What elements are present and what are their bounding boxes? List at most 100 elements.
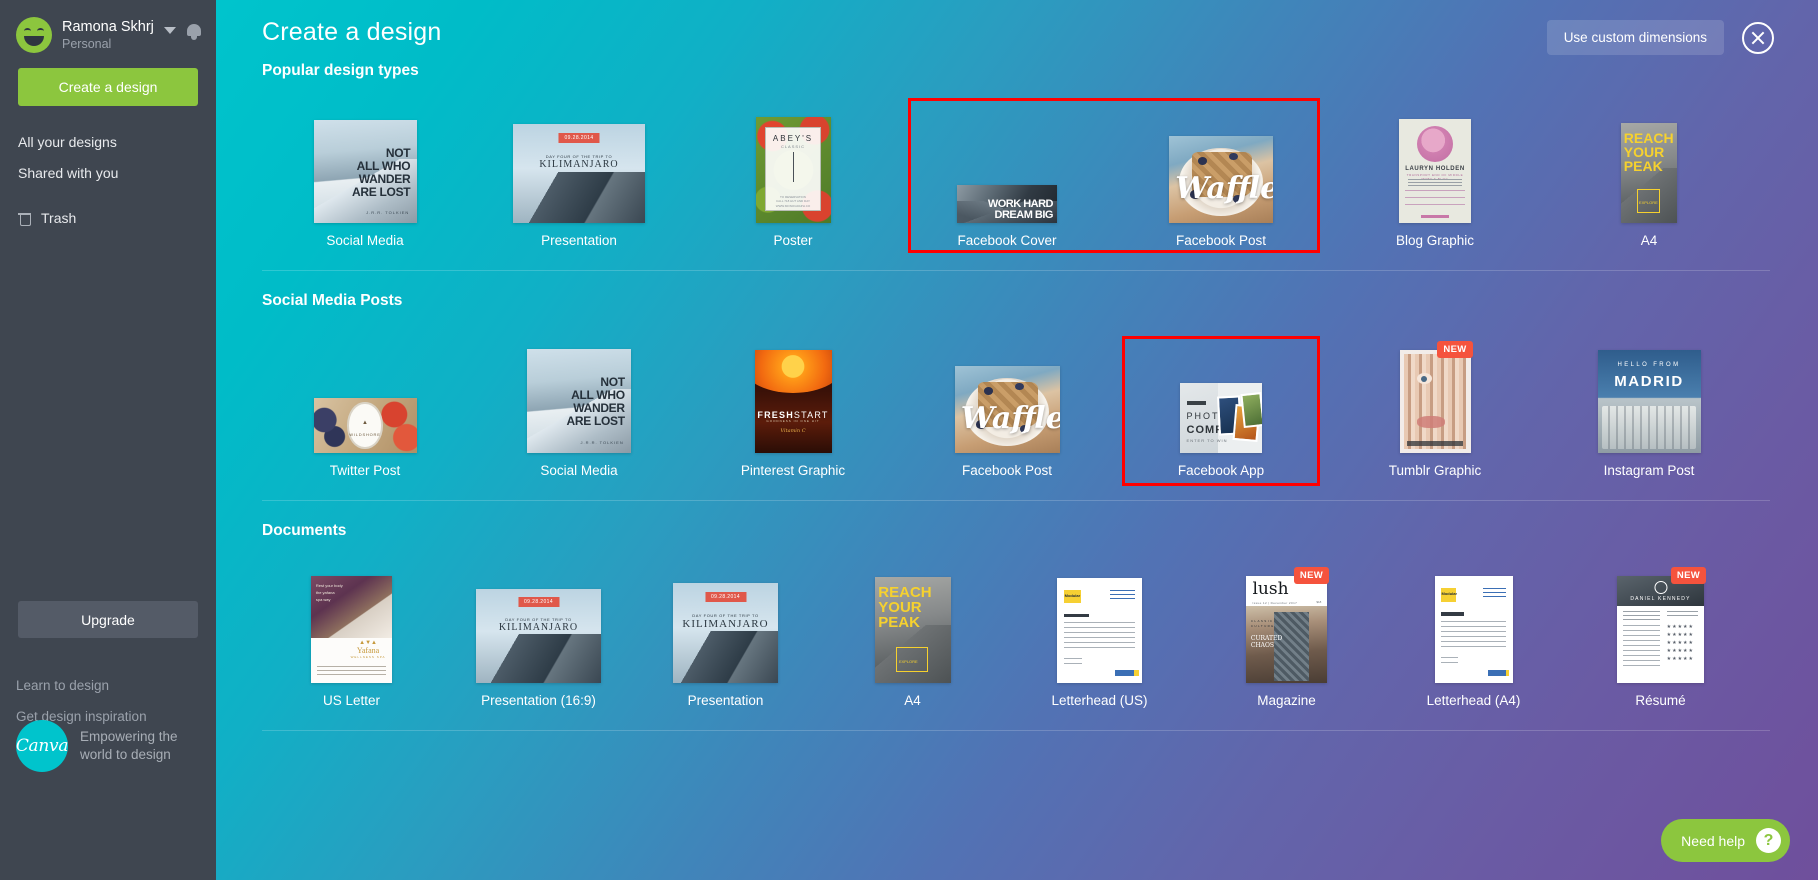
design-type-tile[interactable]: Waffles Facebook Post [900, 341, 1114, 478]
create-a-design-button[interactable]: Create a design [18, 68, 198, 106]
design-type-label: Facebook Post [961, 463, 1053, 478]
use-custom-dimensions-button[interactable]: Use custom dimensions [1546, 20, 1724, 55]
thumbnail-wrapper: REACH YOUR PEAK EXPLORE [1542, 111, 1756, 223]
thumbnail-wrapper: Waffles [900, 341, 1114, 453]
design-type-tile[interactable]: 09.28.2014 DAY FOUR OF THE TRIP TO KILIM… [472, 111, 686, 248]
design-thumbnail: PHOTO COMP ENTER TO WIN [1180, 383, 1262, 453]
thumbnail-wrapper: ABEY'S CLASSIC TO RESERVATION CALL 718 HU… [686, 111, 900, 223]
main-topbar: Create a design Use custom dimensions [258, 0, 1774, 55]
design-type-tile[interactable]: NOT ALL WHO WANDER ARE LOST J.R.R. TOLKIEN S… [472, 341, 686, 478]
thumbnail-wrapper: lush Issue 12 | December 2017 $18 CLASSI… [1193, 567, 1380, 683]
sidebar-item-all-your-designs[interactable]: All your designs [0, 126, 216, 157]
design-type-tile[interactable]: Rest your body the yafana spa way ▲▼▲ Yafa… [258, 571, 445, 708]
design-type-tile[interactable]: REACH YOUR PEAK EXPLORE A4 [819, 571, 1006, 708]
thumbnail-wrapper: NOT ALL WHO WANDER ARE LOST J.R.R. TOLKIEN [258, 111, 472, 223]
design-type-tile[interactable]: NEW Tumblr Graphic [1328, 341, 1542, 478]
design-type-label: Poster [773, 233, 813, 248]
thumbnail-wrapper: 09.28.2014 DAY FOUR OF THE TRIP TO KILIM… [445, 571, 632, 683]
design-type-tile[interactable]: Waffles Facebook Post [1114, 111, 1328, 248]
design-type-label: Tumblr Graphic [1388, 463, 1482, 478]
design-thumbnail: NOT ALL WHO WANDER ARE LOST J.R.R. TOLKIEN [527, 349, 631, 453]
design-thumbnail: Modular [1057, 578, 1142, 683]
canva-logo-icon: Canva [16, 720, 68, 772]
canva-brand: Canva Empowering the world to design [16, 720, 178, 772]
thumbnail-wrapper: NEW [1328, 341, 1542, 453]
design-type-tile[interactable]: HELLO FROM MADRID Instagram Post [1542, 341, 1756, 478]
sidebar-item-trash[interactable]: Trash [0, 202, 216, 233]
design-type-tile[interactable]: Modular Letterhead (US) [1006, 571, 1193, 708]
section-title: Documents [262, 522, 347, 539]
brand-tagline-line1: Empowering the [80, 729, 178, 744]
thumbnail-wrapper: Waffles [1114, 111, 1328, 223]
design-type-label: Pinterest Graphic [740, 463, 846, 478]
user-account-row[interactable]: Ramona Skhrj Personal [0, 0, 216, 56]
section-popular-design-types: Popular design types NOT ALL WHO WANDER ARE… [258, 62, 1774, 271]
section-social-media-posts: Social Media Posts ▲ WILDSHORE Twitter Po… [258, 292, 1774, 501]
design-type-tile[interactable]: ▲ WILDSHORE Twitter Post [258, 341, 472, 478]
trash-icon [18, 210, 31, 226]
design-type-label: Letterhead (US) [1051, 693, 1148, 708]
design-thumbnail: 09.28.2014 DAY FOUR OF THE TRIP TO KILIM… [513, 124, 645, 223]
design-type-label: Presentation [687, 693, 764, 708]
design-thumbnail: 09.28.2014 DAY FOUR OF THE TRIP TO KILIM… [476, 589, 601, 683]
thumbnail-wrapper: REACH YOUR PEAK EXPLORE [819, 571, 1006, 683]
design-thumbnail: DANIEL KENNEDY ★★★★★ ★★★★★ ★★★★★ ★★★★★ ★★★★★… [1617, 567, 1706, 683]
user-info: Ramona Skhrj Personal [62, 19, 164, 52]
design-type-tile[interactable]: ABEY'S CLASSIC TO RESERVATION CALL 718 HU… [686, 111, 900, 248]
learn-to-design-link[interactable]: Learn to design [16, 670, 147, 701]
design-type-label: Résumé [1635, 693, 1686, 708]
thumbnail-wrapper: HELLO FROM MADRID [1542, 341, 1756, 453]
design-type-label: Blog Graphic [1395, 233, 1475, 248]
design-type-label: Facebook Post [1175, 233, 1267, 248]
design-thumbnail: Waffles [1169, 136, 1273, 223]
design-type-label: A4 [1640, 233, 1658, 248]
design-type-tile[interactable]: 09.28.2014 DAY FOUR OF THE TRIP TO KILIM… [445, 571, 632, 708]
section-documents: Documents Rest your body the yafana spa wa… [258, 522, 1774, 731]
design-type-tile[interactable]: 09.28.2014 DAY FOUR OF THE TRIP TO KILIM… [632, 571, 819, 708]
thumbnail-wrapper: NOT ALL WHO WANDER ARE LOST J.R.R. TOLKIEN [472, 341, 686, 453]
design-type-label: Facebook App [1177, 463, 1265, 478]
design-thumbnail: Rest your body the yafana spa way ▲▼▲ Yafa… [311, 576, 392, 683]
design-type-tile[interactable]: WORK HARD DREAM BIG Facebook Cover [900, 111, 1114, 248]
design-type-tile[interactable]: lush Issue 12 | December 2017 $18 CLASSI… [1193, 567, 1380, 708]
design-thumbnail: ABEY'S CLASSIC TO RESERVATION CALL 718 HU… [755, 117, 831, 223]
design-type-label: US Letter [322, 693, 381, 708]
close-icon[interactable] [1742, 21, 1774, 54]
main-content: Create a design Use custom dimensions Po… [216, 0, 1818, 880]
design-thumbnail: Modular [1434, 576, 1513, 683]
design-type-label: A4 [904, 693, 921, 708]
design-thumbnail: FRESHSTART GOODNESS IN ONE HIT Vitamin C [754, 350, 832, 453]
design-thumbnail: WORK HARD DREAM BIG [957, 185, 1057, 223]
need-help-button[interactable]: Need help ? [1661, 819, 1790, 862]
design-thumbnail: LAURYN HOLDEN TRANSPORT END OF MIDDLE MO… [1399, 119, 1471, 223]
design-type-tile[interactable]: REACH YOUR PEAK EXPLORE A4 [1542, 111, 1756, 248]
thumbnail-wrapper: WORK HARD DREAM BIG [900, 111, 1114, 223]
upgrade-button[interactable]: Upgrade [18, 601, 198, 638]
notification-bell-icon[interactable] [186, 23, 202, 40]
design-type-label: Social Media [326, 233, 404, 248]
sidebar-item-shared-with-you[interactable]: Shared with you [0, 157, 216, 188]
design-type-label: Magazine [1257, 693, 1316, 708]
thumbnail-wrapper: FRESHSTART GOODNESS IN ONE HIT Vitamin C [686, 341, 900, 453]
design-type-label: Instagram Post [1603, 463, 1695, 478]
need-help-label: Need help [1681, 832, 1745, 849]
section-title: Popular design types [262, 62, 419, 79]
design-thumbnail: HELLO FROM MADRID [1597, 350, 1701, 453]
thumbnail-wrapper: ▲ WILDSHORE [258, 341, 472, 453]
section-divider [262, 730, 1770, 731]
design-type-tile[interactable]: Modular Letterhead (A4) [1380, 571, 1567, 708]
thumbnail-wrapper: 09.28.2014 DAY FOUR OF THE TRIP TO KILIM… [632, 571, 819, 683]
design-type-tile[interactable]: FRESHSTART GOODNESS IN ONE HIT Vitamin C… [686, 341, 900, 478]
design-type-tile[interactable]: NOT ALL WHO WANDER ARE LOST J.R.R. TOLKIEN S… [258, 111, 472, 248]
sidebar-item-label: Shared with you [18, 164, 119, 181]
design-type-label: Letterhead (A4) [1426, 693, 1521, 708]
thumbnail-wrapper: DANIEL KENNEDY ★★★★★ ★★★★★ ★★★★★ ★★★★★ ★★★★★… [1567, 567, 1754, 683]
sidebar-item-label: All your designs [18, 133, 117, 150]
section-title: Social Media Posts [262, 292, 403, 309]
design-type-tile[interactable]: PHOTO COMP ENTER TO WIN Facebook App [1114, 341, 1328, 478]
design-type-label: Presentation (16:9) [481, 693, 596, 708]
chevron-down-icon[interactable] [164, 26, 176, 34]
design-thumbnail: 09.28.2014 DAY FOUR OF THE TRIP TO KILIM… [673, 583, 778, 683]
design-type-tile[interactable]: LAURYN HOLDEN TRANSPORT END OF MIDDLE MO… [1328, 111, 1542, 248]
design-type-tile[interactable]: DANIEL KENNEDY ★★★★★ ★★★★★ ★★★★★ ★★★★★ ★★★★★… [1567, 567, 1754, 708]
